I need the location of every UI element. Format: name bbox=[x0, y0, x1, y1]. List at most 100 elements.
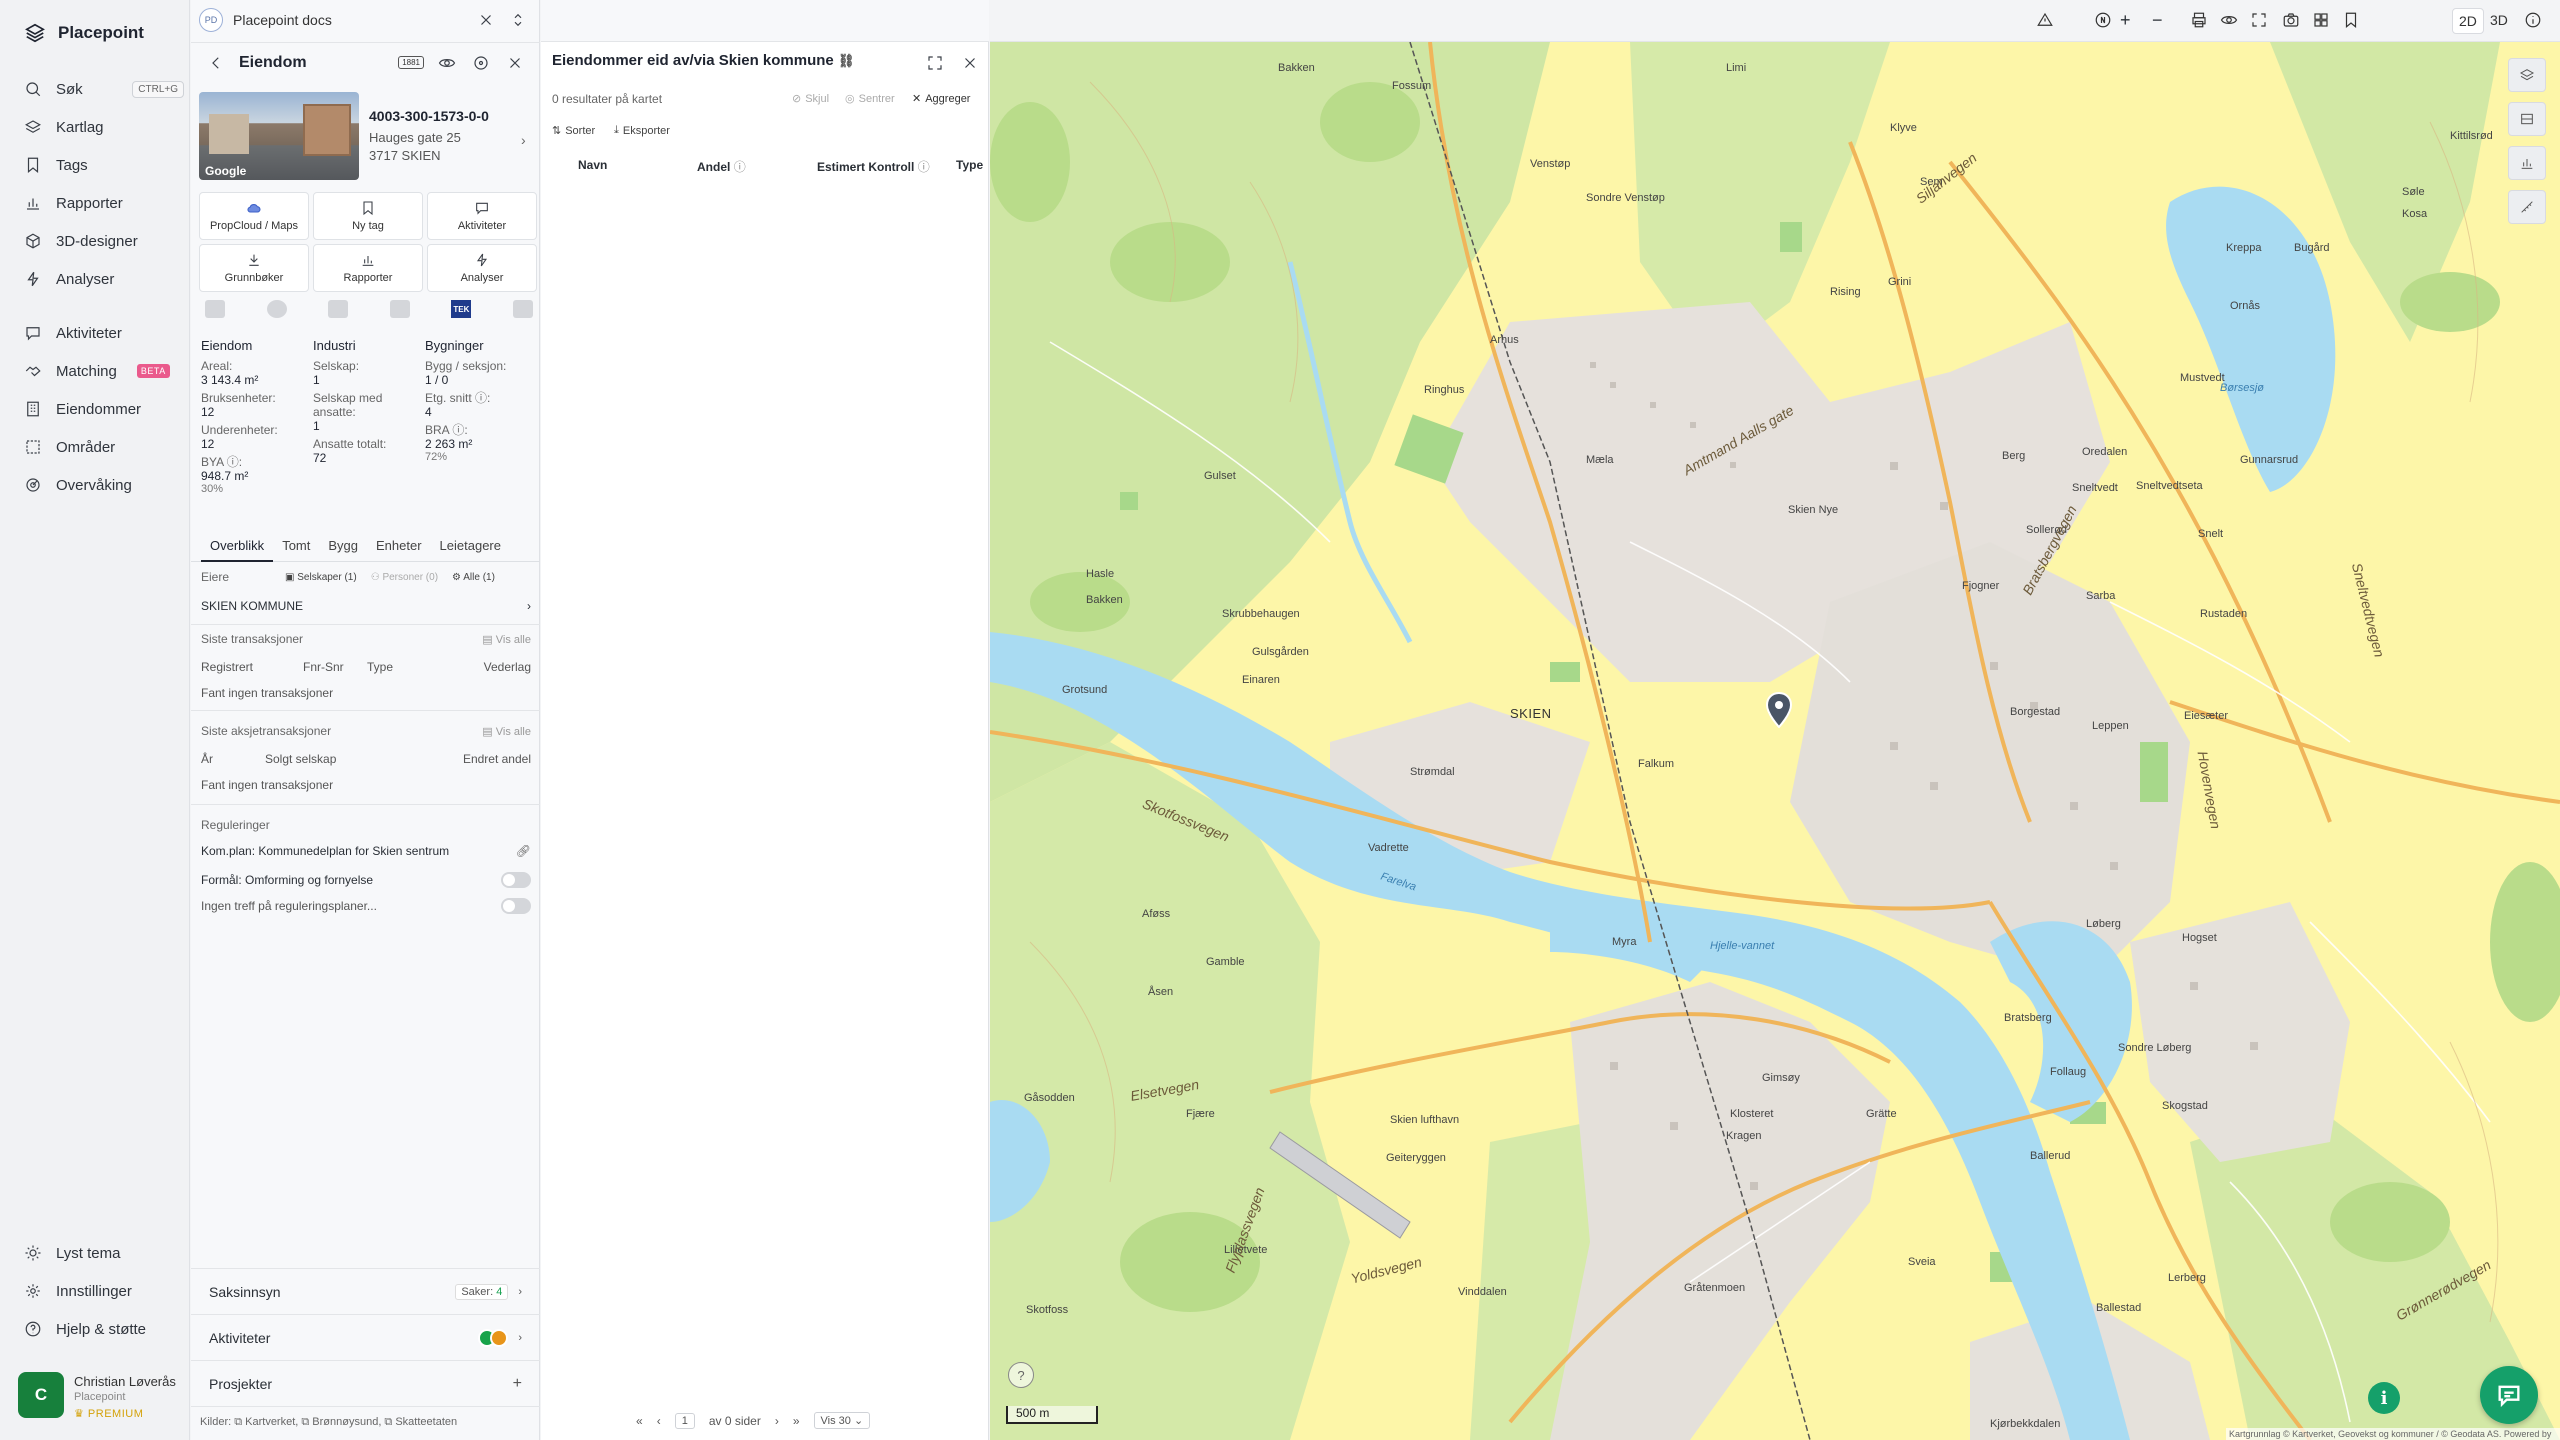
nav-item-areas[interactable]: Områder bbox=[24, 432, 184, 462]
camera-icon[interactable] bbox=[2282, 11, 2302, 31]
tab-plot[interactable]: Tomt bbox=[273, 532, 319, 562]
sort-button[interactable]: ⇅ Sorter bbox=[552, 124, 595, 138]
place-label: Klyve bbox=[1890, 122, 1917, 134]
tab-units[interactable]: Enheter bbox=[367, 532, 431, 562]
tab-tenants[interactable]: Leietagere bbox=[431, 532, 510, 562]
street-view-photo[interactable]: Google bbox=[199, 92, 359, 180]
page-input[interactable]: 1 bbox=[674, 1412, 695, 1429]
close-icon[interactable] bbox=[475, 9, 497, 31]
link-icon[interactable]: 🔗︎ bbox=[516, 844, 531, 858]
first-page-icon[interactable]: « bbox=[636, 1414, 643, 1428]
chevron-updown-icon[interactable] bbox=[507, 9, 529, 31]
center-button[interactable]: ◎ Sentrer bbox=[845, 92, 895, 106]
propcloud-button[interactable]: PropCloud / Maps bbox=[199, 192, 309, 240]
measure-tool-button[interactable] bbox=[2508, 190, 2546, 224]
analyses-button[interactable]: Analyser bbox=[427, 244, 537, 292]
view-all-link[interactable]: ▤ Vis alle bbox=[482, 633, 531, 646]
projects-row[interactable]: Prosjekter + bbox=[191, 1360, 540, 1406]
map-help-button[interactable]: ? bbox=[1008, 1362, 1034, 1388]
zoom-in-icon[interactable]: + bbox=[2120, 11, 2140, 31]
stats-tool-button[interactable] bbox=[2508, 146, 2546, 180]
zoom-out-icon[interactable]: − bbox=[2152, 11, 2172, 31]
hazard-icon[interactable] bbox=[2036, 11, 2056, 31]
nav-item-properties[interactable]: Eiendommer bbox=[24, 394, 184, 424]
last-page-icon[interactable]: » bbox=[793, 1414, 800, 1428]
tab-buildings[interactable]: Bygg bbox=[319, 532, 367, 562]
target-icon[interactable] bbox=[470, 52, 492, 74]
user-profile[interactable]: C Christian Løverås Placepoint ♛ PREMIUM bbox=[18, 1372, 176, 1420]
nav-item-search[interactable]: Søk CTRL+G bbox=[24, 74, 184, 104]
nav-item-settings[interactable]: Innstillinger bbox=[24, 1276, 184, 1306]
eye-icon[interactable] bbox=[2220, 11, 2240, 31]
map-info-button[interactable]: i bbox=[2368, 1382, 2400, 1414]
basemap-tool-button[interactable] bbox=[2508, 102, 2546, 136]
activities-button[interactable]: Aktiviteter bbox=[427, 192, 537, 240]
view-all-link[interactable]: ▤ Vis alle bbox=[482, 725, 531, 738]
expand-icon[interactable] bbox=[924, 52, 946, 74]
column-control[interactable]: Estimert Kontroll ⓘ bbox=[817, 158, 930, 175]
mode-3d-button[interactable]: 3D bbox=[2484, 8, 2514, 32]
plans-toggle[interactable] bbox=[501, 898, 531, 914]
back-icon[interactable] bbox=[205, 52, 227, 74]
owner-row[interactable]: SKIEN KOMMUNE › bbox=[201, 596, 531, 616]
nav-item-monitoring[interactable]: Overvåking bbox=[24, 470, 184, 500]
new-tag-button[interactable]: Ny tag bbox=[313, 192, 423, 240]
app-logo[interactable]: Placepoint bbox=[24, 22, 144, 44]
filter-companies[interactable]: ▣ Selskaper (1) bbox=[285, 572, 357, 583]
nav-item-light-theme[interactable]: Lyst tema bbox=[24, 1238, 184, 1268]
next-page-icon[interactable]: › bbox=[775, 1414, 779, 1428]
chat-button[interactable] bbox=[2480, 1366, 2538, 1424]
building-type-icon[interactable] bbox=[205, 300, 225, 318]
regulation-plan-row[interactable]: Kom.plan: Kommunedelplan for Skien sentr… bbox=[201, 844, 531, 858]
filter-all[interactable]: ⚙ Alle (1) bbox=[452, 572, 495, 583]
reports-button[interactable]: Rapporter bbox=[313, 244, 423, 292]
layers-tool-button[interactable] bbox=[2508, 58, 2546, 92]
grid-icon[interactable] bbox=[2312, 11, 2332, 31]
print-icon[interactable] bbox=[2190, 11, 2210, 31]
column-name[interactable]: Navn bbox=[578, 158, 607, 172]
nav-item-layers[interactable]: Kartlag bbox=[24, 112, 184, 142]
page-size-select[interactable]: Vis 30 ⌄ bbox=[813, 1412, 871, 1429]
case-access-row[interactable]: Saksinnsyn Saker: 4 › bbox=[191, 1268, 540, 1314]
compass-icon[interactable] bbox=[2094, 11, 2114, 31]
add-icon[interactable]: + bbox=[513, 1375, 522, 1393]
info-icon[interactable] bbox=[2524, 11, 2544, 31]
mode-2d-button[interactable]: 2D bbox=[2452, 8, 2484, 34]
nav-item-analyses[interactable]: Analyser bbox=[24, 264, 184, 294]
eye-icon[interactable] bbox=[436, 52, 458, 74]
nav-item-activities[interactable]: Aktiviteter bbox=[24, 318, 184, 348]
chevron-right-icon[interactable]: › bbox=[521, 132, 526, 148]
action-label: Sentrer bbox=[858, 92, 895, 105]
nav-item-3d-designer[interactable]: 3D-designer bbox=[24, 226, 184, 256]
nav-item-tags[interactable]: Tags bbox=[24, 150, 184, 180]
plant-icon[interactable] bbox=[328, 300, 349, 318]
bookmark-icon[interactable] bbox=[2342, 11, 2362, 31]
close-icon[interactable] bbox=[504, 52, 526, 74]
map-pin-icon[interactable] bbox=[1766, 692, 1792, 728]
map-canvas[interactable]: Bakken Fossum Venstøp Sondre Venstøp Lim… bbox=[990, 42, 2560, 1440]
land-registry-button[interactable]: Grunnbøker bbox=[199, 244, 309, 292]
column-share[interactable]: Andel ⓘ bbox=[697, 158, 746, 175]
workspace-selector[interactable]: PD Placepoint docs bbox=[199, 6, 529, 34]
nav-item-help[interactable]: Hjelp & støtte bbox=[24, 1314, 184, 1344]
purpose-toggle[interactable] bbox=[501, 872, 531, 888]
nav-item-matching[interactable]: Matching BETA bbox=[24, 356, 184, 386]
filter-label: Selskaper (1) bbox=[297, 571, 357, 583]
link-icon[interactable]: ⛓ bbox=[838, 53, 855, 68]
export-button[interactable]: ⤓ Eksporter bbox=[614, 124, 670, 137]
tek-badge[interactable]: TEK bbox=[451, 300, 472, 318]
house-icon[interactable] bbox=[512, 300, 533, 318]
fullscreen-icon[interactable] bbox=[2250, 11, 2270, 31]
hide-button[interactable]: ⊘ Skjul bbox=[792, 92, 829, 106]
column-type[interactable]: Type bbox=[956, 158, 983, 172]
prev-page-icon[interactable]: ‹ bbox=[657, 1414, 661, 1428]
bars-icon[interactable] bbox=[389, 300, 410, 318]
activities-row[interactable]: Aktiviteter › bbox=[191, 1314, 540, 1360]
close-icon[interactable] bbox=[959, 52, 981, 74]
globe-icon[interactable] bbox=[266, 300, 287, 318]
aggregate-button[interactable]: ✕ Aggreger bbox=[912, 92, 970, 106]
tab-overview[interactable]: Overblikk bbox=[201, 532, 274, 562]
1881-badge[interactable]: 1881 bbox=[398, 56, 424, 69]
filter-persons[interactable]: ⚇ Personer (0) bbox=[371, 572, 438, 583]
nav-item-reports[interactable]: Rapporter bbox=[24, 188, 184, 218]
